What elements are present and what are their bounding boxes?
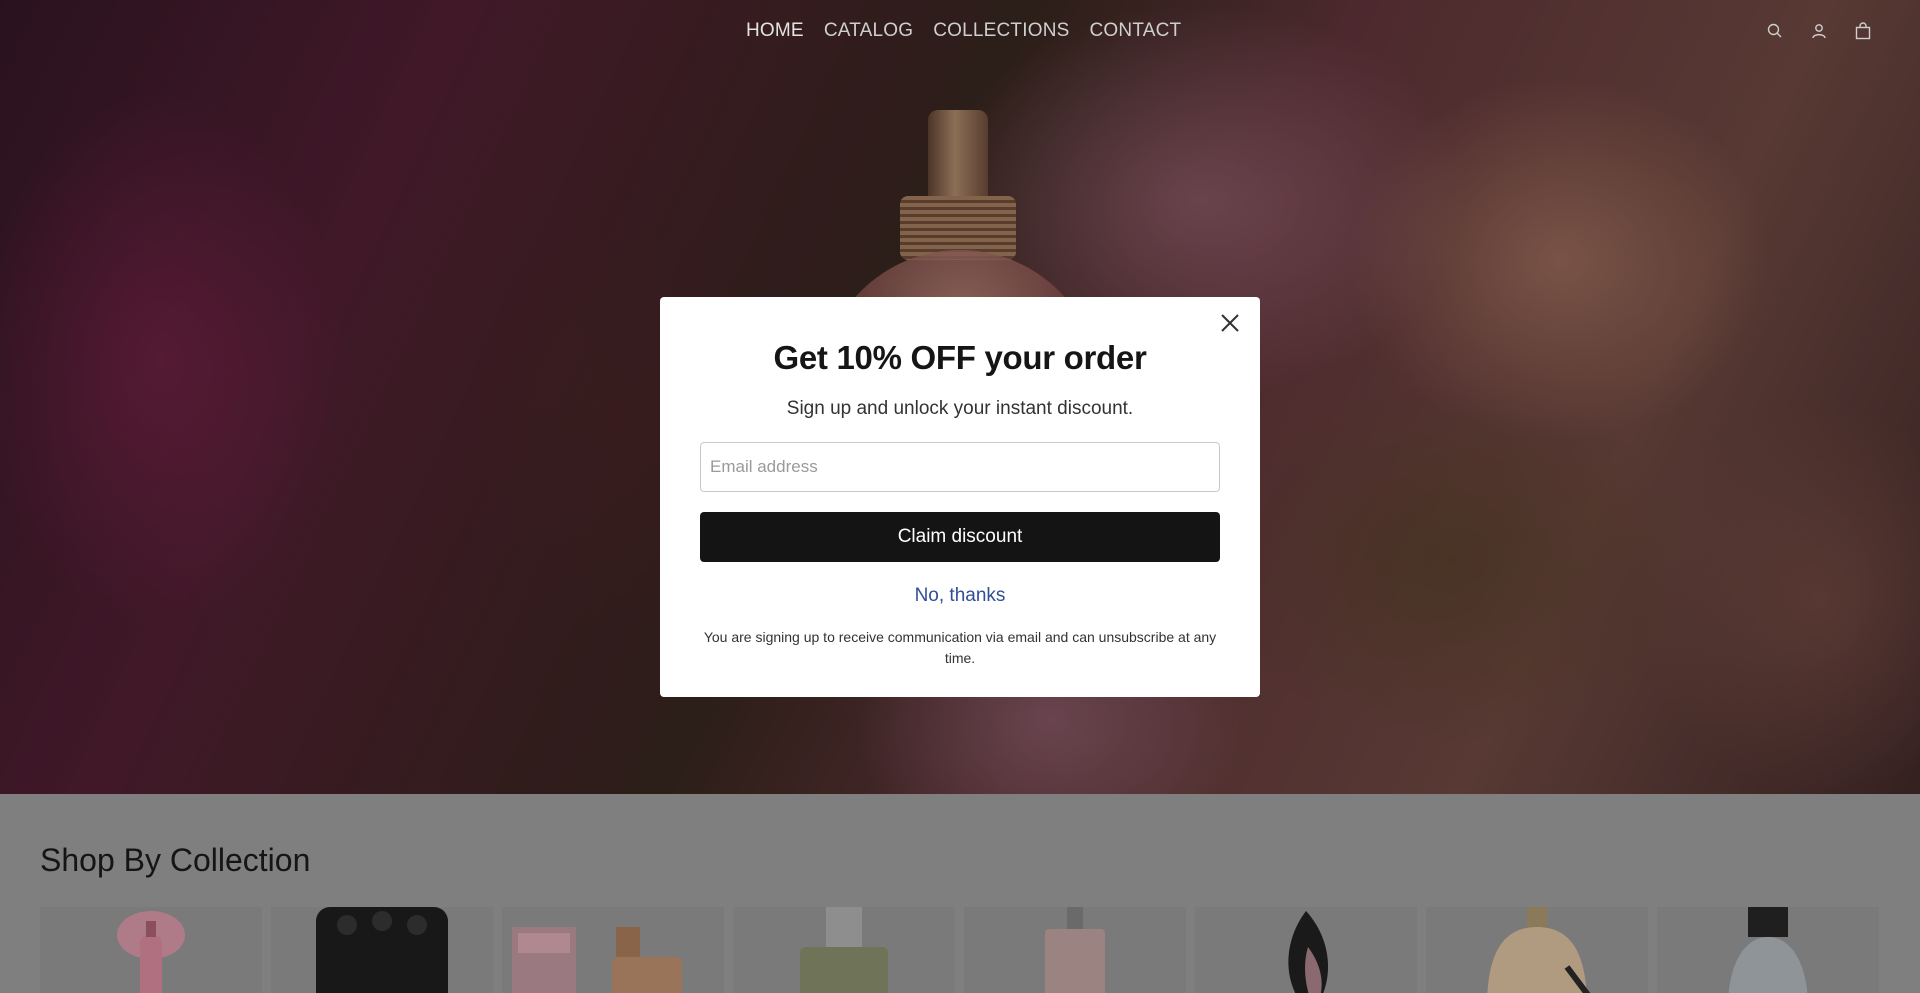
product-image: [800, 907, 888, 993]
product-image: [512, 927, 682, 993]
modal-title: Get 10% OFF your order: [773, 339, 1147, 376]
nav-catalog[interactable]: CATALOG: [824, 20, 913, 42]
collection-card-5[interactable]: [964, 907, 1186, 993]
search-icon[interactable]: [1766, 22, 1784, 40]
collection-card-7[interactable]: [1426, 907, 1648, 993]
discount-modal: Get 10% OFF your order Sign up and unloc…: [660, 297, 1260, 697]
collection-card-6[interactable]: [1195, 907, 1417, 993]
collection-section: Shop By Collection: [0, 794, 1920, 993]
product-image: [117, 911, 185, 993]
page: HOME CATALOG COLLECTIONS CONTACT Shop By…: [0, 0, 1920, 993]
nav-home[interactable]: HOME: [746, 20, 804, 42]
header-icons: [1766, 22, 1872, 40]
main-nav: HOME CATALOG COLLECTIONS CONTACT: [746, 20, 1181, 42]
collection-card-4[interactable]: [733, 907, 955, 993]
collection-cards: [40, 907, 1879, 993]
cart-icon[interactable]: [1854, 22, 1872, 40]
close-icon[interactable]: [1216, 309, 1244, 337]
collection-card-8[interactable]: [1657, 907, 1879, 993]
collection-card-1[interactable]: [40, 907, 262, 993]
account-icon[interactable]: [1810, 22, 1828, 40]
modal-disclaimer: You are signing up to receive communicat…: [703, 629, 1217, 666]
claim-discount-button[interactable]: Claim discount: [700, 512, 1220, 562]
product-image: [1045, 907, 1105, 993]
modal-subtitle: Sign up and unlock your instant discount…: [786, 398, 1134, 419]
no-thanks-link[interactable]: No, thanks: [660, 585, 1260, 607]
nav-collections[interactable]: COLLECTIONS: [933, 20, 1069, 42]
product-image: [316, 907, 448, 993]
email-input[interactable]: [700, 442, 1220, 492]
product-image: [1487, 907, 1591, 993]
product-image: [1728, 907, 1808, 993]
collection-card-2[interactable]: [271, 907, 493, 993]
nav-contact[interactable]: CONTACT: [1090, 20, 1182, 42]
collection-card-3[interactable]: [502, 907, 724, 993]
product-image: [1288, 911, 1328, 993]
site-header: HOME CATALOG COLLECTIONS CONTACT: [0, 0, 1920, 66]
section-title: Shop By Collection: [40, 842, 311, 878]
